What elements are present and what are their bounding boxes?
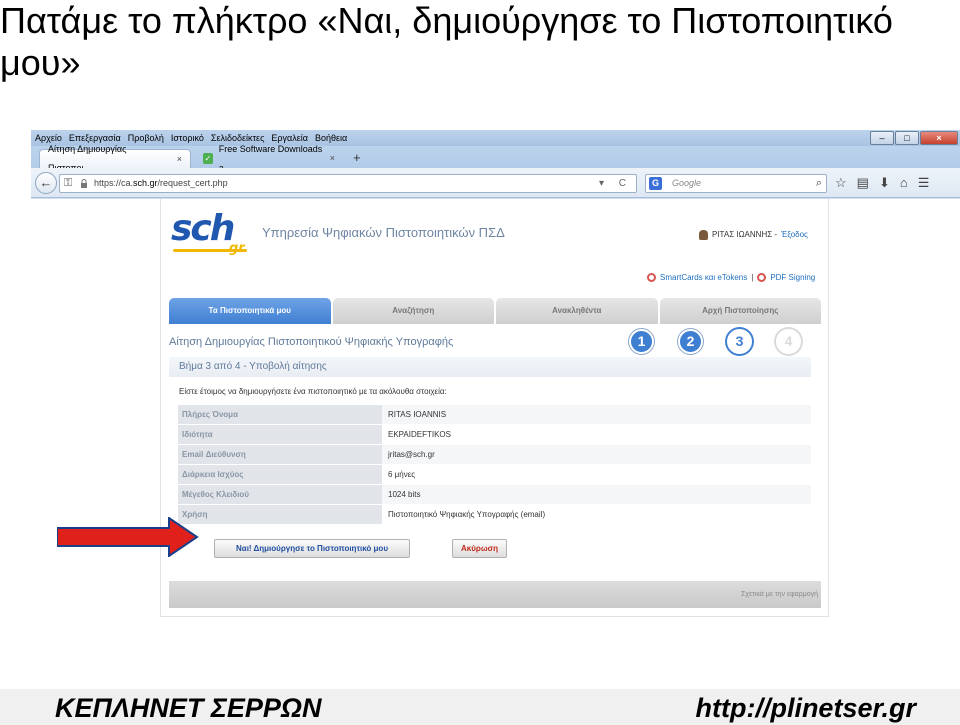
download-icon[interactable]: ⬇ bbox=[879, 174, 890, 192]
detail-value: RITAS IOANNIS bbox=[382, 405, 811, 424]
search-placeholder: Google bbox=[672, 178, 702, 188]
footer-url: http://plinetser.gr bbox=[695, 693, 916, 723]
new-tab-button[interactable]: + bbox=[353, 150, 361, 166]
minimize-icon[interactable]: – bbox=[870, 131, 894, 145]
tab-search[interactable]: Αναζήτηση bbox=[332, 298, 494, 324]
maximize-icon[interactable]: □ bbox=[895, 131, 919, 145]
certificate-service-page: sch gr Υπηρεσία Ψηφιακών Πιστοποιητικών … bbox=[57, 199, 829, 617]
checkmark-favicon-icon: ✓ bbox=[203, 153, 213, 164]
star-icon[interactable]: ☆ bbox=[835, 174, 847, 192]
service-title: Υπηρεσία Ψηφιακών Πιστοποιητικών ΠΣΔ bbox=[262, 225, 505, 240]
tab-strip: Αίτηση Δημιουργίας Πιστοποι... × ✓ Free … bbox=[31, 144, 960, 173]
address-bar[interactable]: ⚿ https://ca.sch.gr/request_cert.php ▾ C bbox=[59, 174, 637, 193]
intro-text: Είστε έτοιμος να δημιουργήσετε ένα πιστο… bbox=[179, 387, 447, 396]
logo-main-text: sch bbox=[171, 208, 235, 249]
url-prefix: https://ca. bbox=[94, 178, 134, 188]
main-tabs: Τα Πιστοποιητικά μου Αναζήτηση Ανακληθέν… bbox=[169, 298, 821, 324]
page-footer: Σχετικά με την εφαρμογή bbox=[169, 581, 821, 608]
about-link[interactable]: Σχετικά με την εφαρμογή bbox=[741, 591, 818, 598]
section-title: Αίτηση Δημιουργίας Πιστοποιητικού Ψηφιακ… bbox=[169, 336, 454, 348]
detail-value: Πιστοποιητικό Ψηφιακής Υπογραφής (email) bbox=[382, 505, 811, 524]
menu-icon[interactable]: ☰ bbox=[918, 174, 930, 192]
step-4-badge: 4 bbox=[776, 329, 801, 354]
step-2-badge: 2 bbox=[678, 329, 703, 354]
create-certificate-button[interactable]: Ναι! Δημιούργησε το Πιστοποιητικό μου bbox=[214, 539, 410, 558]
step-1-badge: 1 bbox=[629, 329, 654, 354]
detail-label: Μέγεθος Κλειδιού bbox=[178, 485, 382, 504]
url-path: /request_cert.php bbox=[157, 178, 228, 188]
key-icon: ⚿ bbox=[64, 177, 73, 189]
user-area: ΡΙΤΑΣ ΙΩΑΝΝΗΣ - Έξοδος bbox=[699, 229, 808, 240]
lifebuoy-icon bbox=[647, 273, 656, 282]
footer-organization: ΚΕΠΛΗΝΕΤ ΣΕΡΡΩΝ bbox=[55, 693, 322, 723]
search-input[interactable]: G Google ⌕ bbox=[645, 174, 827, 193]
home-icon[interactable]: ⌂ bbox=[900, 174, 908, 192]
tab-my-certificates[interactable]: Τα Πιστοποιητικά μου bbox=[169, 298, 331, 324]
lifebuoy-icon bbox=[757, 273, 767, 282]
close-tab-icon[interactable]: × bbox=[330, 149, 335, 168]
reload-icon[interactable]: ▾ C bbox=[599, 175, 632, 192]
smartcards-link[interactable]: SmartCards και eTokens bbox=[660, 272, 747, 283]
url-host: sch.gr bbox=[133, 178, 158, 188]
detail-value: 6 μήνες bbox=[382, 465, 811, 484]
sch-logo: sch gr bbox=[171, 208, 255, 256]
google-icon: G bbox=[649, 177, 662, 190]
menu-history[interactable]: Ιστορικό bbox=[171, 130, 204, 146]
back-arrow-icon[interactable]: ← bbox=[35, 172, 57, 194]
detail-value: EKPAIDEFTIKOS bbox=[382, 425, 811, 444]
helper-links: SmartCards και eTokens | PDF Signing bbox=[647, 272, 815, 283]
tab-revoked[interactable]: Ανακληθέντα bbox=[496, 298, 658, 324]
close-window-icon[interactable]: × bbox=[920, 131, 958, 145]
tab-certificate-request[interactable]: Αίτηση Δημιουργίας Πιστοποι... × bbox=[39, 144, 191, 173]
logo-swoosh bbox=[173, 249, 247, 252]
bookmarks-icon[interactable]: ▤ bbox=[857, 174, 869, 192]
page-content: sch gr Υπηρεσία Ψηφιακών Πιστοποιητικών … bbox=[31, 199, 960, 690]
separator: | bbox=[751, 273, 754, 282]
detail-label: Email Διεύθυνση bbox=[178, 445, 382, 464]
detail-label: Πλήρες Όνομα bbox=[178, 405, 382, 424]
pdf-signing-link[interactable]: PDF Signing bbox=[770, 272, 815, 283]
detail-value: jritas@sch.gr bbox=[382, 445, 811, 464]
table-row: Χρήση Πιστοποιητικό Ψηφιακής Υπογραφής (… bbox=[178, 505, 811, 525]
table-row: Διάρκεια Ισχύος 6 μήνες bbox=[178, 465, 811, 485]
detail-label: Ιδιότητα bbox=[178, 425, 382, 444]
slide-title: Πατάμε το πλήκτρο «Ναι, δημιούργησε το Π… bbox=[0, 0, 893, 83]
browser-window: Αρχείο Επεξεργασία Προβολή Ιστορικό Σελι… bbox=[31, 130, 960, 690]
user-icon bbox=[699, 229, 708, 240]
tab-free-software[interactable]: ✓ Free Software Downloads a... × bbox=[195, 144, 343, 173]
navigation-bar: ← ⚿ https://ca.sch.gr/request_cert.php ▾… bbox=[31, 168, 960, 198]
red-arrow-icon bbox=[57, 517, 199, 557]
detail-value: 1024 bits bbox=[382, 485, 811, 504]
detail-label: Διάρκεια Ισχύος bbox=[178, 465, 382, 484]
table-row: Email Διεύθυνση jritas@sch.gr bbox=[178, 445, 811, 465]
tab-certification-authority[interactable]: Αρχή Πιστοποίησης bbox=[659, 298, 821, 324]
logout-link[interactable]: Έξοδος bbox=[781, 229, 808, 240]
step-3-badge: 3 bbox=[727, 329, 752, 354]
close-tab-icon[interactable]: × bbox=[177, 150, 182, 169]
table-row: Ιδιότητα EKPAIDEFTIKOS bbox=[178, 425, 811, 445]
user-name: ΡΙΤΑΣ ΙΩΑΝΝΗΣ - bbox=[712, 230, 778, 239]
slide-footer: ΚΕΠΛΗΝΕΤ ΣΕΡΡΩΝ http://plinetser.gr bbox=[0, 689, 960, 725]
cancel-button[interactable]: Ακύρωση bbox=[452, 539, 507, 558]
search-icon[interactable]: ⌕ bbox=[816, 175, 822, 192]
table-row: Πλήρες Όνομα RITAS IOANNIS bbox=[178, 405, 811, 425]
detail-label: Χρήση bbox=[178, 505, 382, 524]
step-indicator: 1 2 3 4 bbox=[629, 329, 801, 354]
lock-icon bbox=[81, 179, 87, 188]
details-table: Πλήρες Όνομα RITAS IOANNIS Ιδιότητα EKPA… bbox=[178, 405, 811, 525]
table-row: Μέγεθος Κλειδιού 1024 bits bbox=[178, 485, 811, 505]
step-heading: Βήμα 3 από 4 - Υποβολή αίτησης bbox=[169, 357, 811, 377]
